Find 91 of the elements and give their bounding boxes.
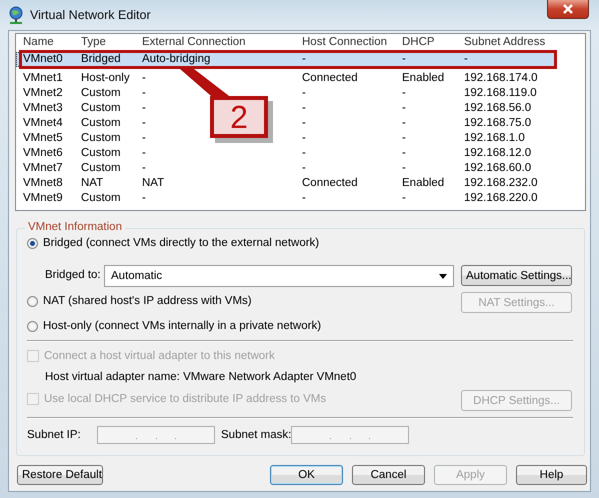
- subnet-cell: 192.168.119.0: [464, 87, 537, 99]
- dhcp-cell: -: [402, 132, 406, 144]
- external-connection-cell: -: [142, 87, 146, 99]
- subnet-mask-label: Subnet mask:: [221, 429, 292, 441]
- column-header[interactable]: External Connection: [142, 36, 246, 48]
- radio-button[interactable]: [27, 296, 38, 306]
- type-cell: Custom: [81, 192, 121, 204]
- host-connection-cell: Connected: [302, 177, 358, 189]
- name-cell: VMnet9: [23, 192, 63, 204]
- adapter-name-text: Host virtual adapter name: VMware Network Adapter VMnet0: [45, 371, 356, 383]
- dhcp-cell: -: [402, 192, 406, 204]
- type-cell: Custom: [81, 132, 121, 144]
- name-cell: VMnet6: [23, 147, 63, 159]
- name-cell: VMnet3: [23, 102, 63, 114]
- host-connection-cell: Connected: [302, 72, 358, 84]
- name-cell: VMnet7: [23, 162, 63, 174]
- name-cell: VMnet2: [23, 87, 63, 99]
- dialog-button[interactable]: Cancel: [352, 465, 425, 485]
- type-cell: Custom: [81, 162, 121, 174]
- dhcp-cell: Enabled: [402, 177, 444, 189]
- external-connection-cell: -: [142, 192, 146, 204]
- subnet-cell: 192.168.1.0: [464, 132, 525, 144]
- dhcp-cell: Enabled: [402, 72, 444, 84]
- host-connection-cell: -: [302, 162, 306, 174]
- dialog-button[interactable]: OK: [270, 465, 343, 485]
- subnet-ip-field[interactable]: [97, 426, 215, 444]
- external-connection-cell: Auto-bridging: [142, 53, 210, 65]
- type-cell: Custom: [81, 102, 121, 114]
- host-connection-cell: -: [302, 87, 306, 99]
- name-cell: VMnet0: [23, 53, 63, 65]
- dhcp-cell: -: [402, 117, 406, 129]
- column-header[interactable]: Name: [23, 36, 54, 48]
- external-connection-cell: -: [142, 147, 146, 159]
- radio-button[interactable]: [27, 320, 38, 332]
- external-connection-cell: -: [142, 162, 146, 174]
- subnet-cell: 192.168.12.0: [464, 147, 532, 159]
- use-dhcp-label: Use local DHCP service to distribute IP address to VMs: [44, 393, 326, 405]
- subnet-cell: 192.168.220.0: [464, 192, 538, 204]
- host-connection-cell: -: [302, 147, 306, 159]
- type-cell: Host-only: [81, 72, 130, 84]
- host-connection-cell: -: [302, 102, 306, 114]
- subnet-cell: 192.168.56.0: [464, 102, 532, 114]
- external-connection-cell: NAT: [142, 177, 164, 189]
- column-header[interactable]: Type: [81, 36, 106, 48]
- subnet-cell: 192.168.75.0: [464, 117, 532, 129]
- type-cell: Bridged: [81, 53, 121, 65]
- subnet-cell: 192.168.174.0: [464, 72, 538, 84]
- type-cell: Custom: [81, 87, 121, 99]
- dhcp-cell: -: [402, 102, 406, 114]
- subnet-cell: 192.168.232.0: [464, 177, 538, 189]
- subnet-cell: 192.168.60.0: [464, 162, 532, 174]
- bridged-to-label: Bridged to:: [45, 269, 101, 281]
- window-title: Virtual Network Editor: [30, 8, 151, 22]
- host-connection-cell: -: [302, 53, 306, 65]
- dhcp-cell: -: [402, 147, 406, 159]
- bridged-to-dropdown[interactable]: Automatic: [104, 265, 454, 287]
- name-cell: VMnet5: [23, 132, 63, 144]
- nat-label: NAT (shared host's IP address with VMs): [43, 295, 252, 307]
- automatic-settings-button[interactable]: Automatic Settings...: [461, 265, 572, 286]
- dhcp-cell: -: [402, 162, 406, 174]
- type-cell: Custom: [81, 117, 121, 129]
- external-connection-cell: -: [142, 117, 146, 129]
- bridged-label: Bridged (connect VMs directly to the external network): [43, 237, 320, 249]
- radio-button[interactable]: [27, 238, 38, 248]
- host-connection-cell: -: [302, 117, 306, 129]
- subnet-cell: -: [464, 53, 468, 65]
- column-header[interactable]: Host Connection: [302, 36, 388, 48]
- type-cell: Custom: [81, 147, 121, 159]
- external-connection-cell: -: [142, 72, 146, 84]
- subnet-ip-label: Subnet IP:: [27, 429, 81, 441]
- host-connection-cell: -: [302, 192, 306, 204]
- group-title: VMnet Information: [25, 221, 125, 233]
- external-connection-cell: -: [142, 132, 146, 144]
- host-connection-cell: -: [302, 132, 306, 144]
- host-only-label: Host-only (connect VMs internally in a private network): [43, 320, 322, 332]
- name-cell: VMnet1: [23, 72, 63, 84]
- name-cell: VMnet4: [23, 117, 63, 129]
- dhcp-cell: -: [402, 87, 406, 99]
- subnet-mask-field[interactable]: [291, 426, 409, 444]
- connect-adapter-label: Connect a host virtual adapter to this network: [44, 350, 275, 362]
- column-header[interactable]: DHCP: [402, 36, 435, 48]
- type-cell: NAT: [81, 177, 104, 189]
- close-button[interactable]: [547, 0, 589, 19]
- column-header[interactable]: Subnet Address: [464, 36, 546, 48]
- globe-icon: [8, 6, 24, 24]
- name-cell: VMnet8: [23, 177, 63, 189]
- dialog-button[interactable]: Help: [516, 465, 587, 485]
- external-connection-cell: -: [142, 102, 146, 114]
- dialog-button[interactable]: Restore Default: [17, 465, 103, 485]
- close-icon: [562, 4, 574, 14]
- dhcp-cell: -: [402, 53, 406, 65]
